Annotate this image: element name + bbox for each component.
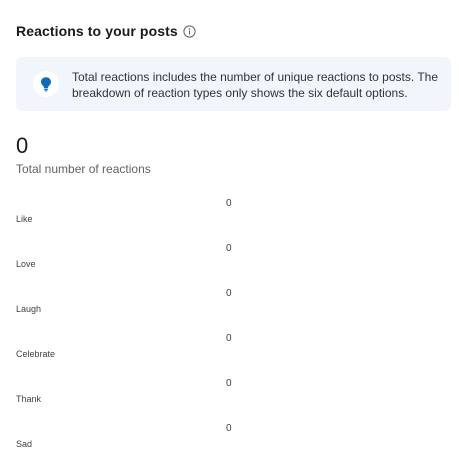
reaction-row-like: 0 Like xyxy=(0,198,459,243)
reaction-row-thank: 0 Thank xyxy=(0,378,459,423)
lightbulb-icon-badge xyxy=(33,71,59,97)
reaction-row-celebrate: 0 Celebrate xyxy=(0,333,459,378)
reaction-count: 0 xyxy=(226,198,232,209)
info-banner: Total reactions includes the number of u… xyxy=(16,57,451,111)
reaction-label: Love xyxy=(16,259,36,269)
reaction-label: Celebrate xyxy=(16,349,56,359)
reaction-row-love: 0 Love xyxy=(0,243,459,288)
reaction-label: Laugh xyxy=(16,304,42,314)
reaction-count: 0 xyxy=(226,423,232,434)
total-reactions-label: Total number of reactions xyxy=(16,162,151,176)
reaction-label: Like xyxy=(16,214,33,224)
info-circle-icon[interactable] xyxy=(183,24,196,38)
reaction-count: 0 xyxy=(226,288,232,299)
reaction-row-laugh: 0 Laugh xyxy=(0,288,459,333)
reaction-label: Thank xyxy=(16,394,42,404)
section-header: Reactions to your posts xyxy=(16,21,196,41)
reaction-row-sad: 0 Sad xyxy=(0,423,459,468)
reaction-count: 0 xyxy=(226,243,232,254)
reaction-label: Sad xyxy=(16,439,33,449)
lightbulb-icon xyxy=(41,77,51,92)
section-title: Reactions to your posts xyxy=(16,23,178,39)
reaction-count: 0 xyxy=(226,333,232,344)
reaction-count: 0 xyxy=(226,378,232,389)
total-reactions-value: 0 xyxy=(16,133,29,158)
info-banner-text: Total reactions includes the number of u… xyxy=(72,70,438,100)
